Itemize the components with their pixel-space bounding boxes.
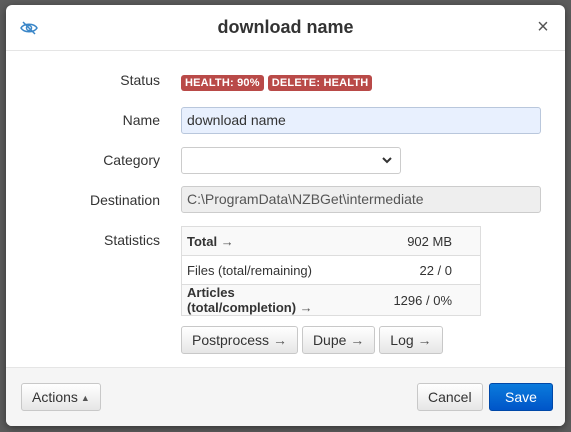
status-badges: HEALTH: 90% DELETE: HEALTH <box>181 73 376 91</box>
dialog-title: download name <box>217 17 354 37</box>
category-label: Category <box>103 152 160 168</box>
stat-row-articles[interactable]: Articles (total/completion) → 1296 / 0% <box>181 284 481 316</box>
save-button[interactable]: Save <box>489 383 553 411</box>
status-label: Status <box>120 72 160 88</box>
delete-badge: DELETE: HEALTH <box>267 75 373 91</box>
stat-label: Articles (total/completion) <box>187 285 297 315</box>
name-input-value: download name <box>187 112 286 128</box>
action-button-row: Postprocess → Dupe → Log → <box>181 326 447 354</box>
stat-row-total[interactable]: Total → 902 MB <box>181 226 481 256</box>
stat-label: Total <box>187 233 218 249</box>
arrow-right-icon: → <box>350 332 365 348</box>
destination-label: Destination <box>89 192 160 208</box>
arrow-right-icon: → <box>272 332 287 348</box>
name-input[interactable]: download name <box>181 107 541 134</box>
actions-button[interactable]: Actions ▲ <box>21 383 101 411</box>
stat-value: 902 MB <box>347 226 481 256</box>
dialog-header: download name × <box>6 5 565 51</box>
stat-label: Files (total/remaining) <box>187 262 312 278</box>
stat-row-files: Files (total/remaining) 22 / 0 <box>181 255 481 285</box>
stat-value: 22 / 0 <box>347 255 481 285</box>
category-select[interactable] <box>181 147 401 174</box>
caret-up-icon: ▲ <box>80 393 90 403</box>
arrow-right-icon: → <box>299 300 313 315</box>
destination-field: C:\ProgramData\NZBGet\intermediate <box>181 186 541 213</box>
arrow-right-icon: → <box>417 332 432 348</box>
stat-value: 1296 / 0% <box>347 284 481 316</box>
arrow-right-icon: → <box>220 233 234 249</box>
postprocess-button[interactable]: Postprocess → <box>181 326 298 354</box>
log-button[interactable]: Log → <box>379 326 443 354</box>
dupe-button[interactable]: Dupe → <box>301 326 376 354</box>
dialog-footer: Actions ▲ Cancel Save <box>6 367 565 426</box>
name-label: Name <box>122 112 160 128</box>
statistics-label: Statistics <box>103 232 160 248</box>
chevron-down-icon <box>381 153 393 165</box>
cancel-button[interactable]: Cancel <box>417 383 483 411</box>
edit-download-dialog: download name × Status HEALTH: 90% DELETE… <box>6 5 565 426</box>
statistics-table: Total → 902 MB Files (total/remaining) 2… <box>181 226 481 316</box>
health-badge: HEALTH: 90% <box>181 75 264 91</box>
close-icon[interactable]: × <box>535 17 551 37</box>
